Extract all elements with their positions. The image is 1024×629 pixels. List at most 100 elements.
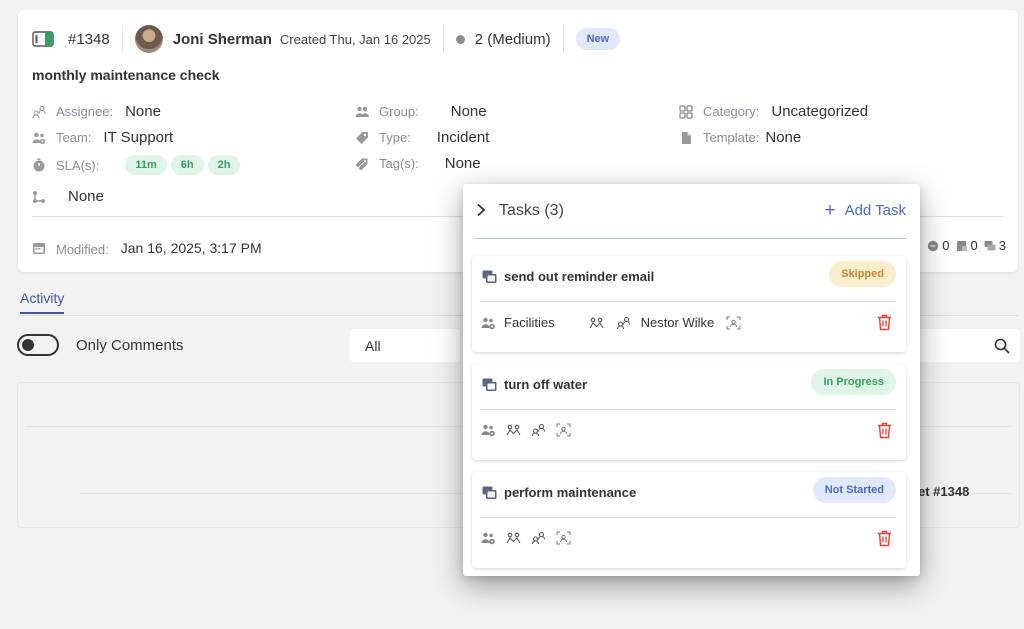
assignee-icon[interactable]	[531, 423, 546, 437]
sla-pill[interactable]: 11m	[125, 155, 167, 175]
category-field[interactable]: Category: Uncategorized	[679, 103, 868, 120]
type-value: Incident	[436, 129, 490, 146]
team-icon	[32, 132, 46, 144]
only-comments-toggle[interactable]	[17, 334, 59, 356]
priority[interactable]: 2 (Medium)	[475, 31, 551, 48]
task-name[interactable]: perform maintenance	[504, 485, 636, 500]
modified-field: Modified: Jan 16, 2025, 3:17 PM	[32, 238, 262, 257]
task-icon	[482, 378, 497, 391]
task-status-badge[interactable]: Skipped	[829, 261, 896, 287]
team-assign-icon[interactable]	[506, 423, 521, 437]
task-group: Facilities	[504, 315, 555, 330]
priority-dot-icon	[455, 34, 465, 44]
scan-icon[interactable]	[556, 423, 571, 437]
created-date: Created Thu, Jan 16 2025	[279, 31, 431, 47]
ticket-toggle-icon[interactable]	[32, 31, 54, 47]
task-status-badge[interactable]: Not Started	[812, 477, 896, 503]
stopwatch-icon	[33, 158, 45, 172]
type-field[interactable]: Type: Incident	[355, 129, 489, 146]
tag-icon	[356, 131, 368, 144]
tags-label: Tag(s):	[379, 156, 419, 171]
add-task-label: Add Task	[844, 202, 906, 219]
task-divider	[480, 517, 896, 518]
template-label: Template:	[703, 130, 760, 145]
scan-icon[interactable]	[556, 531, 571, 545]
tab-activity[interactable]: Activity	[20, 290, 65, 314]
activity-filter-value: All	[365, 338, 381, 354]
tasks-header-divider	[473, 238, 906, 239]
team-assign-icon[interactable]	[589, 316, 604, 330]
task-icon	[482, 270, 497, 283]
task-card[interactable]: turn off water In Progress	[472, 364, 906, 460]
category-label: Category:	[703, 104, 760, 119]
only-comments-label: Only Comments	[76, 337, 184, 354]
template-file-icon	[682, 131, 691, 144]
status-badge[interactable]: New	[575, 28, 621, 50]
tasks-popup: Tasks (3) + Add Task send out reminder e…	[463, 184, 920, 576]
feed-ticket-ref: et #1348	[918, 484, 970, 499]
sla-pill[interactable]: 6h	[170, 155, 204, 175]
task-card[interactable]: perform maintenance Not Started	[472, 472, 906, 568]
scan-icon[interactable]	[726, 316, 741, 330]
team-field[interactable]: Team: IT Support	[32, 129, 173, 146]
search-icon	[994, 338, 1010, 354]
sla-label: SLA(s):	[56, 157, 100, 173]
task-name[interactable]: send out reminder email	[504, 269, 654, 284]
tasks-title[interactable]: Tasks (3)	[499, 202, 564, 220]
delete-trash-icon[interactable]	[877, 314, 892, 331]
workflow-icon	[33, 190, 45, 203]
avatar[interactable]	[134, 25, 163, 53]
ticket-author[interactable]: Joni Sherman	[173, 31, 272, 48]
group-field[interactable]: Group: None	[355, 103, 487, 120]
modified-label: Modified:	[56, 242, 109, 257]
assignee-icon[interactable]	[616, 316, 631, 330]
tasks-header: Tasks (3) + Add Task	[463, 184, 920, 238]
chevron-right-icon[interactable]	[475, 203, 487, 217]
ticket-header: #1348 Joni Sherman Created Thu, Jan 16 2…	[32, 25, 621, 53]
task-footer	[481, 531, 571, 545]
workflow-value: None	[68, 188, 104, 205]
tags-icon	[355, 158, 368, 170]
group-icon[interactable]	[481, 531, 496, 545]
assignee-field[interactable]: Assignee: None	[32, 103, 161, 120]
activity-filter-select[interactable]: All	[350, 329, 460, 362]
team-label: Team:	[56, 130, 92, 145]
activity-counts: 0 0 3	[921, 238, 1006, 253]
group-icon[interactable]	[481, 423, 496, 437]
group-icon[interactable]	[481, 316, 496, 330]
add-task-button[interactable]: + Add Task	[824, 201, 906, 220]
delete-trash-icon[interactable]	[877, 530, 892, 547]
note-count: 0	[970, 238, 978, 253]
task-name[interactable]: turn off water	[504, 377, 587, 392]
activity-search-input[interactable]	[918, 329, 1020, 362]
sla-field[interactable]: SLA(s): 11m 6h 2h	[32, 155, 244, 175]
group-icon	[355, 106, 369, 117]
task-divider	[480, 409, 896, 410]
team-assign-icon[interactable]	[506, 531, 521, 545]
tags-field[interactable]: Tag(s): None	[355, 155, 481, 172]
task-card[interactable]: send out reminder email Skipped Faciliti…	[472, 256, 906, 352]
sla-pill[interactable]: 2h	[207, 155, 241, 175]
category-grid-icon	[679, 104, 693, 119]
category-value: Uncategorized	[771, 103, 869, 120]
task-status-badge[interactable]: In Progress	[811, 369, 896, 395]
assignee-icon[interactable]	[531, 531, 546, 545]
messages-icon	[984, 240, 996, 250]
ticket-title[interactable]: monthly maintenance check	[32, 67, 220, 83]
comment-count: 0	[942, 238, 950, 253]
task-assignee: Nestor Wilke	[640, 315, 715, 330]
template-field[interactable]: Template: None	[679, 129, 801, 146]
type-label: Type:	[379, 130, 411, 145]
assignee-label: Assignee:	[56, 104, 114, 119]
calendar-icon	[33, 242, 45, 254]
toggle-knob	[22, 339, 34, 351]
delete-trash-icon[interactable]	[877, 422, 892, 439]
assignee-value: None	[125, 103, 161, 120]
messages-count: 3	[998, 238, 1006, 253]
task-icon	[482, 486, 497, 499]
task-divider	[480, 301, 896, 302]
activity-tabs: Activity	[20, 290, 65, 314]
plus-icon: +	[824, 200, 836, 221]
workflow-field[interactable]: None	[32, 188, 104, 205]
assignee-icon	[32, 105, 46, 118]
